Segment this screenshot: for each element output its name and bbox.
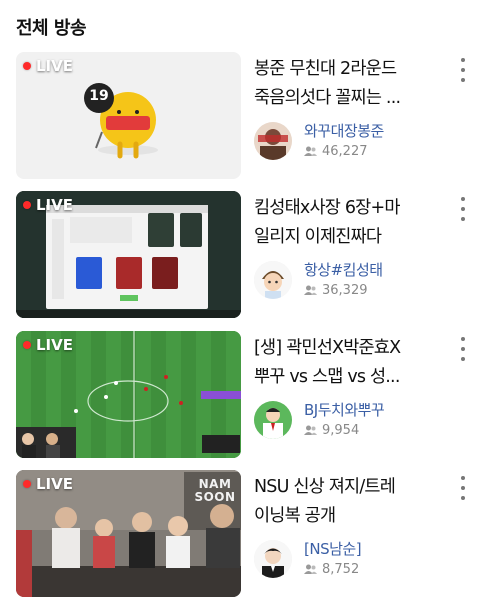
- viewers-icon: [304, 285, 317, 295]
- age-badge: 19: [89, 88, 109, 104]
- broadcast-title[interactable]: 봉준 무친대 2라운드 죽음의섯다 꼴찌는 ...: [254, 55, 442, 113]
- channel-name[interactable]: 와꾸대장봉준: [304, 120, 384, 141]
- viewers-icon: [304, 146, 317, 156]
- more-vertical-icon[interactable]: [456, 476, 470, 500]
- avatar[interactable]: [254, 540, 292, 578]
- live-dot-icon: [23, 341, 31, 349]
- broadcast-item[interactable]: 19 LIVE 봉준 무친대 2라운드 죽음의섯다 꼴찌는 ... 와꾸대장봉준…: [0, 52, 480, 180]
- live-badge: LIVE: [23, 336, 73, 354]
- thumbnail[interactable]: 19 LIVE: [16, 52, 241, 179]
- more-vertical-icon[interactable]: [456, 58, 470, 82]
- broadcast-title[interactable]: [생] 곽민선X박준효X 뿌꾸 vs 스맵 vs 성...: [254, 334, 442, 392]
- broadcast-item[interactable]: LIVE 킴성태x사장 6장+마 일리지 이제진짜다 항상#킴성태 36,329: [0, 191, 480, 319]
- channel-name[interactable]: [NS남순]: [304, 538, 362, 559]
- viewer-count: 8,752: [304, 562, 359, 577]
- viewers-icon: [304, 564, 317, 574]
- live-dot-icon: [23, 62, 31, 70]
- thumbnail[interactable]: LIVE: [16, 331, 241, 458]
- live-badge: LIVE: [23, 196, 73, 214]
- studio-sign: NAM SOON: [194, 477, 236, 504]
- broadcast-item[interactable]: LIVE [생] 곽민선X박준효X 뿌꾸 vs 스맵 vs 성... BJ두치와…: [0, 331, 480, 459]
- avatar[interactable]: [254, 261, 292, 299]
- avatar[interactable]: [254, 122, 292, 160]
- avatar[interactable]: [254, 401, 292, 439]
- thumbnail[interactable]: NAM SOON LIVE: [16, 470, 241, 597]
- viewers-icon: [304, 425, 317, 435]
- live-badge: LIVE: [23, 475, 73, 493]
- viewer-count: 46,227: [304, 144, 368, 159]
- thumbnail[interactable]: LIVE: [16, 191, 241, 318]
- live-badge: LIVE: [23, 57, 73, 75]
- broadcast-title[interactable]: 킴성태x사장 6장+마 일리지 이제진짜다: [254, 194, 442, 252]
- viewer-count: 36,329: [304, 283, 368, 298]
- live-dot-icon: [23, 480, 31, 488]
- broadcast-item[interactable]: NAM SOON LIVE NSU 신상 져지/트레 이닝복 공개 [NS남순]…: [0, 470, 480, 598]
- page-title: 전체 방송: [16, 18, 87, 39]
- more-vertical-icon[interactable]: [456, 197, 470, 221]
- channel-name[interactable]: BJ두치와뿌꾸: [304, 399, 385, 420]
- live-dot-icon: [23, 201, 31, 209]
- broadcast-title[interactable]: NSU 신상 져지/트레 이닝복 공개: [254, 473, 442, 531]
- viewer-count: 9,954: [304, 423, 359, 438]
- more-vertical-icon[interactable]: [456, 337, 470, 361]
- channel-name[interactable]: 항상#킴성태: [304, 259, 383, 280]
